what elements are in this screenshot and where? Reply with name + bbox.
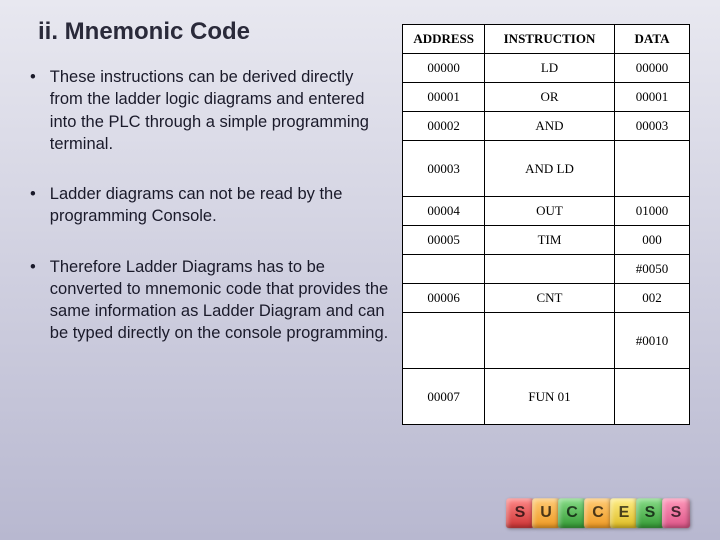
table-row: 00005TIM000 <box>403 226 690 255</box>
block-letter: S <box>506 498 534 528</box>
cell-addr: 00007 <box>403 369 485 425</box>
table-column: ADDRESS INSTRUCTION DATA 00000LD00000000… <box>402 24 690 425</box>
table-row: 00004OUT01000 <box>403 197 690 226</box>
cell-instr: AND <box>485 112 615 141</box>
header-address: ADDRESS <box>403 25 485 54</box>
bullet-text: These instructions can be derived direct… <box>50 66 390 155</box>
bullet-item: • These instructions can be derived dire… <box>30 66 390 155</box>
table-row: #0010 <box>403 313 690 369</box>
cell-instr: AND LD <box>485 141 615 197</box>
cell-addr: 00004 <box>403 197 485 226</box>
cell-addr: 00006 <box>403 284 485 313</box>
bullet-dot-icon: • <box>30 66 36 155</box>
cell-instr: CNT <box>485 284 615 313</box>
table-row: 00007FUN 01 <box>403 369 690 425</box>
cell-data: 000 <box>615 226 690 255</box>
table-row: 00001OR00001 <box>403 83 690 112</box>
bullet-item: • Therefore Ladder Diagrams has to be co… <box>30 256 390 345</box>
table-row: 00002AND00003 <box>403 112 690 141</box>
header-data: DATA <box>615 25 690 54</box>
cell-instr: OUT <box>485 197 615 226</box>
cell-addr <box>403 255 485 284</box>
cell-addr: 00005 <box>403 226 485 255</box>
cell-addr: 00000 <box>403 54 485 83</box>
cell-data: 01000 <box>615 197 690 226</box>
block-letter: U <box>532 498 560 528</box>
bullet-column: • These instructions can be derived dire… <box>30 66 390 373</box>
content-area: • These instructions can be derived dire… <box>30 66 690 373</box>
cell-instr: LD <box>485 54 615 83</box>
success-blocks: S U C C E S S <box>508 498 690 528</box>
cell-addr <box>403 313 485 369</box>
table-row: 00000LD00000 <box>403 54 690 83</box>
block-letter: S <box>636 498 664 528</box>
block-letter: C <box>584 498 612 528</box>
cell-instr: FUN 01 <box>485 369 615 425</box>
cell-data: #0010 <box>615 313 690 369</box>
bullet-text: Therefore Ladder Diagrams has to be conv… <box>50 256 390 345</box>
table-header-row: ADDRESS INSTRUCTION DATA <box>403 25 690 54</box>
table-row: 00006CNT002 <box>403 284 690 313</box>
block-letter: E <box>610 498 638 528</box>
cell-data: 00001 <box>615 83 690 112</box>
cell-instr <box>485 255 615 284</box>
bullet-list: • These instructions can be derived dire… <box>30 66 390 345</box>
cell-addr: 00003 <box>403 141 485 197</box>
cell-data <box>615 141 690 197</box>
bullet-text: Ladder diagrams can not be read by the p… <box>50 183 390 228</box>
cell-data: 002 <box>615 284 690 313</box>
cell-instr: OR <box>485 83 615 112</box>
cell-instr <box>485 313 615 369</box>
block-letter: S <box>662 498 690 528</box>
cell-addr: 00002 <box>403 112 485 141</box>
cell-data: #0050 <box>615 255 690 284</box>
block-letter: C <box>558 498 586 528</box>
bullet-dot-icon: • <box>30 256 36 345</box>
header-instruction: INSTRUCTION <box>485 25 615 54</box>
cell-data: 00000 <box>615 54 690 83</box>
table-row: 00003AND LD <box>403 141 690 197</box>
cell-addr: 00001 <box>403 83 485 112</box>
cell-data <box>615 369 690 425</box>
cell-instr: TIM <box>485 226 615 255</box>
mnemonic-table: ADDRESS INSTRUCTION DATA 00000LD00000000… <box>402 24 690 425</box>
slide: ii. Mnemonic Code • These instructions c… <box>0 0 720 540</box>
bullet-item: • Ladder diagrams can not be read by the… <box>30 183 390 228</box>
bullet-dot-icon: • <box>30 183 36 228</box>
table-row: #0050 <box>403 255 690 284</box>
cell-data: 00003 <box>615 112 690 141</box>
